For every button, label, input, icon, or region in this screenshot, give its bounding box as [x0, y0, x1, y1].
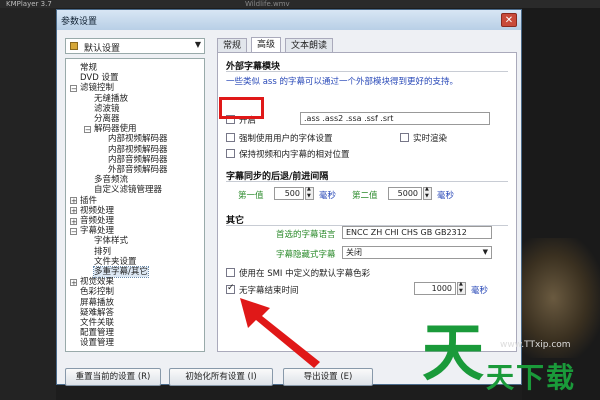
- first-value-spinner[interactable]: [305, 186, 314, 200]
- tree-item[interactable]: 字幕处理: [80, 226, 114, 236]
- watermark: 天 www.TTxip.com 天下载: [420, 318, 600, 400]
- tree-item[interactable]: 视觉效果: [80, 277, 114, 287]
- tree-item[interactable]: 内部视频解码器: [108, 134, 168, 144]
- tree-item[interactable]: 视频处理: [80, 206, 114, 216]
- second-value-label: 第二值: [352, 191, 378, 201]
- smi-color-checkbox[interactable]: [226, 268, 235, 277]
- arrow-shape: [240, 298, 320, 368]
- file-title: Wildlife.wmv: [245, 0, 290, 8]
- dialog-titlebar: 参数设置 ✕: [57, 10, 521, 30]
- no-end-time-spinner[interactable]: [457, 281, 466, 295]
- tree-item[interactable]: 字体样式: [94, 236, 128, 246]
- tree-item[interactable]: 内部视频解码器: [108, 145, 168, 155]
- reset-settings-button[interactable]: 重置当前的设置 (R): [65, 368, 161, 386]
- tree-item[interactable]: 自定义滤镜管理器: [94, 185, 162, 195]
- smi-color-label: 使用在 SMI 中定义的默认字幕色彩: [239, 269, 371, 279]
- first-value-input[interactable]: 500: [274, 187, 304, 200]
- keep-position-label: 保持视频和内字幕的相对位置: [239, 150, 350, 160]
- tree-expander-icon[interactable]: −: [70, 84, 77, 92]
- tree-item[interactable]: 滤波镜: [94, 104, 120, 114]
- tree-item[interactable]: 排列: [94, 247, 111, 257]
- no-end-time-unit: 毫秒: [471, 286, 489, 296]
- chevron-down-icon: ▼: [194, 40, 201, 49]
- close-button[interactable]: ✕: [501, 13, 517, 27]
- watermark-big-char: 天: [422, 316, 485, 389]
- tree-expander-icon[interactable]: +: [70, 207, 77, 215]
- preset-dropdown[interactable]: 默认设置 ▼: [65, 38, 205, 54]
- closed-caption-value: 关闭: [346, 248, 362, 257]
- highlight-box: [219, 97, 264, 119]
- realtime-label: 实时渲染: [413, 134, 448, 144]
- force-font-label: 强制使用用户的字体设置: [239, 134, 333, 144]
- tree-item[interactable]: 分离器: [94, 114, 120, 124]
- tree-item[interactable]: 滤镜控制: [80, 83, 114, 93]
- watermark-text: 天下载: [486, 361, 577, 394]
- divider: [226, 71, 508, 72]
- tree-expander-icon[interactable]: −: [70, 227, 77, 235]
- first-value-label: 第一值: [238, 191, 264, 201]
- second-value-input[interactable]: 5000: [388, 187, 422, 200]
- tree-item[interactable]: 疑难解答: [80, 308, 114, 318]
- tree-item[interactable]: 插件: [80, 196, 97, 206]
- no-end-time-input[interactable]: 1000: [414, 282, 456, 295]
- tree-item[interactable]: 常规: [80, 63, 97, 73]
- force-font-checkbox[interactable]: [226, 133, 235, 142]
- second-value-unit: 毫秒: [437, 191, 455, 201]
- tree-expander-icon[interactable]: +: [70, 197, 77, 205]
- closed-caption-select[interactable]: 关闭 ▼: [342, 246, 492, 259]
- external-description: 一些类似 ass 的字幕可以通过一个外部模块得到更好的支持。: [226, 77, 458, 87]
- player-title: KMPlayer 3.7: [6, 0, 52, 8]
- settings-tree[interactable]: 常规 DVD 设置 − 滤镜控制 无缝播放 滤波镜 分离器 − 解码器使用 内部视频解码器 内部视频…: [65, 58, 205, 352]
- player-titlebar: [0, 0, 600, 8]
- export-settings-button[interactable]: 导出设置 (E): [283, 368, 373, 386]
- tree-expander-icon[interactable]: −: [84, 125, 91, 133]
- tree-item[interactable]: 色彩控制: [80, 287, 114, 297]
- tree-item[interactable]: 多重字幕/其它: [93, 266, 149, 278]
- tree-item[interactable]: 解码器使用: [94, 124, 137, 134]
- preset-icon: [70, 42, 78, 50]
- tree-item[interactable]: 文件夹设置: [94, 257, 137, 267]
- tree-expander-icon[interactable]: +: [70, 217, 77, 225]
- tab-0[interactable]: 常规: [217, 38, 248, 53]
- tree-expander-icon[interactable]: +: [70, 278, 77, 286]
- extensions-field[interactable]: .ass .ass2 .ssa .ssf .srt: [300, 112, 490, 125]
- tree-item[interactable]: 屏幕播放: [80, 298, 114, 308]
- tab-2[interactable]: 文本朗读: [285, 38, 334, 53]
- preset-value: 默认设置: [84, 44, 121, 54]
- red-arrow-annotation: [240, 298, 320, 368]
- tree-item[interactable]: 外部音频解码器: [108, 165, 168, 175]
- tree-item[interactable]: 设置管理: [80, 338, 114, 348]
- init-all-settings-button[interactable]: 初始化所有设置 (I): [169, 368, 273, 386]
- chevron-down-icon: ▼: [482, 248, 488, 256]
- closed-caption-label: 字幕隐藏式字幕: [276, 250, 336, 260]
- tab-1[interactable]: 高级: [251, 37, 282, 53]
- dialog-title: 参数设置: [61, 17, 98, 27]
- first-value-unit: 毫秒: [319, 191, 337, 201]
- divider: [226, 181, 508, 182]
- tree-item[interactable]: 文件关联: [80, 318, 114, 328]
- tree-item[interactable]: 无缝播放: [94, 94, 128, 104]
- watermark-url: www.TTxip.com: [500, 340, 571, 350]
- keep-position-checkbox[interactable]: [226, 149, 235, 158]
- subtitle-language-input[interactable]: ENCC ZH CHI CHS GB GB2312: [342, 226, 492, 239]
- tree-item[interactable]: DVD 设置: [80, 73, 118, 83]
- tree-item[interactable]: 多音频流: [94, 175, 128, 185]
- tree-item[interactable]: 内部音频解码器: [108, 155, 168, 165]
- tree-item[interactable]: 配置管理: [80, 328, 114, 338]
- player-video-left: [0, 8, 56, 400]
- subtitle-language-label: 首选的字幕语言: [276, 230, 336, 240]
- second-value-spinner[interactable]: [423, 186, 432, 200]
- tree-item[interactable]: 音频处理: [80, 216, 114, 226]
- realtime-checkbox[interactable]: [400, 133, 409, 142]
